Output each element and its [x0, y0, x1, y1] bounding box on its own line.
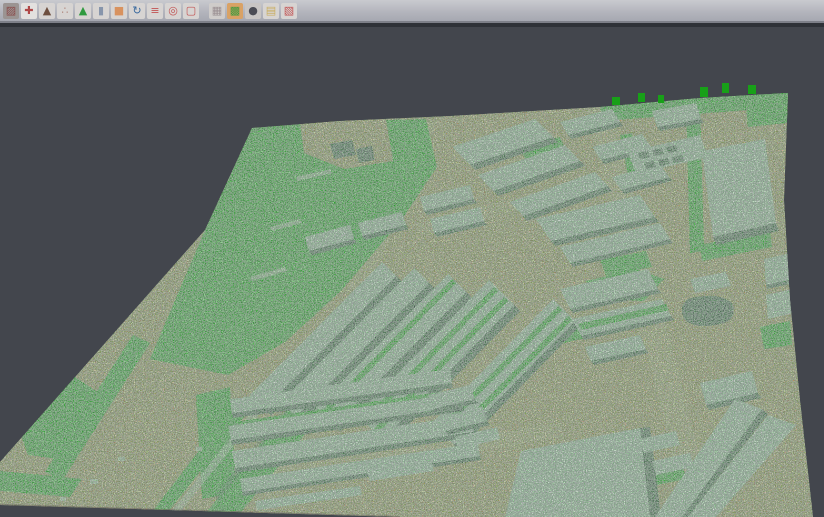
- ortho-icon[interactable]: ■: [111, 3, 127, 19]
- layers-list-icon-glyph: ≡: [150, 5, 159, 16]
- selection-box-icon-glyph: ▢: [186, 5, 196, 16]
- measure-icon-glyph: ▤: [266, 5, 276, 16]
- points-icon-glyph: ∴: [62, 5, 69, 16]
- points-icon[interactable]: ∴: [57, 3, 73, 19]
- profile-icon-glyph: ▮: [98, 5, 104, 16]
- mountain-icon-glyph: ▲: [43, 5, 51, 16]
- move-tool-icon-glyph: ✚: [24, 5, 33, 16]
- grid-icon[interactable]: ▦: [209, 3, 225, 19]
- mountain-icon[interactable]: ▲: [39, 3, 55, 19]
- camera-icon-glyph: ●: [248, 5, 258, 16]
- refresh-icon-glyph: ↻: [132, 5, 141, 16]
- classified-map-icon[interactable]: ▩: [227, 3, 243, 19]
- layers-list-icon[interactable]: ≡: [147, 3, 163, 19]
- dataset-icon[interactable]: ▨: [3, 3, 19, 19]
- point-noise: [0, 27, 824, 517]
- toolbar: ▨ ✚ ▲ ∴ ▲ ▮ ■ ↻ ≡ ◎ ▢ ▦ ▩ ● ▤ ▧: [0, 0, 824, 21]
- measure-icon[interactable]: ▤: [263, 3, 279, 19]
- dataset-icon-glyph: ▨: [6, 5, 16, 16]
- move-tool-icon[interactable]: ✚: [21, 3, 37, 19]
- hill-icon-glyph: ▲: [79, 5, 87, 16]
- refresh-icon[interactable]: ↻: [129, 3, 145, 19]
- viewport-3d[interactable]: [0, 27, 824, 517]
- hill-icon[interactable]: ▲: [75, 3, 91, 19]
- classified-pointcloud-scene: [0, 27, 824, 517]
- flag-icon-glyph: ▧: [284, 5, 294, 16]
- classified-map-icon-glyph: ▩: [230, 5, 240, 16]
- target-icon[interactable]: ◎: [165, 3, 181, 19]
- toolbar-separator: [200, 3, 208, 19]
- camera-icon[interactable]: ●: [245, 3, 261, 19]
- profile-icon[interactable]: ▮: [93, 3, 109, 19]
- ortho-icon-glyph: ■: [114, 5, 124, 16]
- flag-icon[interactable]: ▧: [281, 3, 297, 19]
- selection-box-icon[interactable]: ▢: [183, 3, 199, 19]
- grid-icon-glyph: ▦: [212, 5, 222, 16]
- target-icon-glyph: ◎: [168, 5, 178, 16]
